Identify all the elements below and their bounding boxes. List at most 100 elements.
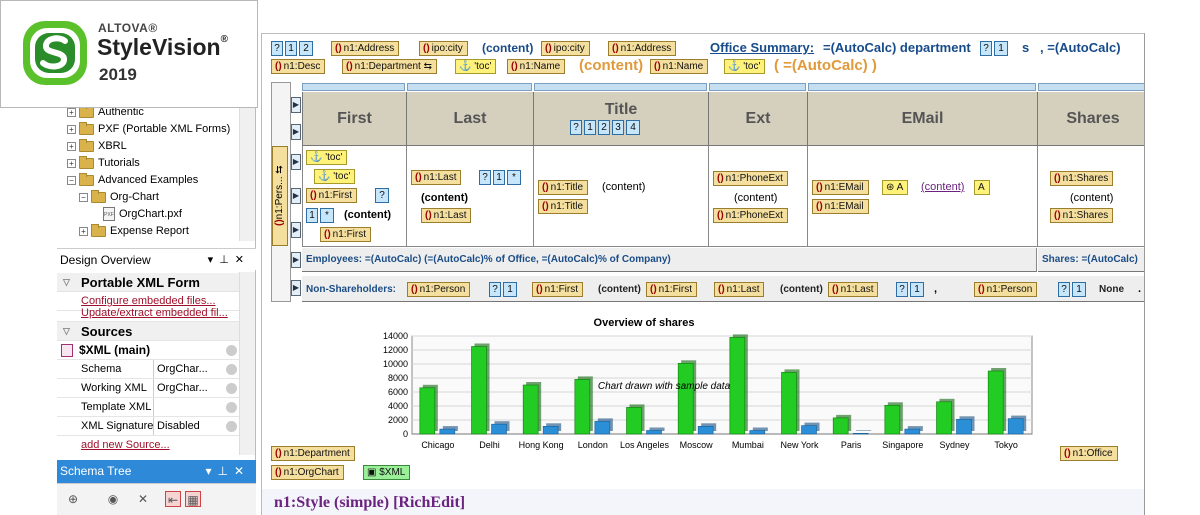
content-placeholder[interactable]: (content): [1070, 191, 1113, 206]
prop-options-icon[interactable]: [226, 402, 237, 413]
expand-icon[interactable]: +: [79, 226, 88, 236]
content-placeholder[interactable]: (content): [602, 180, 645, 195]
add-new-source-link[interactable]: add new Source...: [57, 436, 239, 455]
condition-button[interactable]: ?: [271, 41, 283, 56]
ipo-city-end-tag[interactable]: () ipo:city: [541, 41, 590, 56]
title-condition-button[interactable]: ?: [570, 120, 582, 135]
row-handle[interactable]: ▶: [291, 252, 301, 268]
grid-icon[interactable]: ▦: [185, 491, 201, 507]
header-first[interactable]: First: [302, 92, 407, 146]
header-email[interactable]: EMail: [808, 92, 1038, 146]
dropdown-icon[interactable]: ▾: [205, 464, 217, 478]
expand-icon[interactable]: +: [67, 158, 76, 168]
n1-phoneext-end-tag[interactable]: () n1:PhoneExt: [713, 208, 788, 223]
n1-email-end-tag[interactable]: () n1:EMail: [812, 199, 869, 214]
column-handle[interactable]: [808, 83, 1036, 91]
content-placeholder[interactable]: (content): [482, 41, 533, 56]
expand-icon[interactable]: +: [67, 141, 76, 151]
shares-bar-chart[interactable]: Overview of shares 0 2000 4000 6000 8000 10000…: [372, 314, 1042, 454]
expand-icon[interactable]: +: [67, 124, 76, 134]
add-node-icon[interactable]: ⊕: [65, 491, 81, 507]
header-last[interactable]: Last: [407, 92, 534, 146]
n1-person-row-tag[interactable]: ()n1:Pers... ⇆: [272, 146, 288, 246]
header-ext[interactable]: Ext: [709, 92, 808, 146]
column-handle[interactable]: [1038, 83, 1144, 91]
schema-prop[interactable]: Schema OrgChar...: [57, 360, 239, 379]
n1-first-end-tag[interactable]: () n1:First: [646, 282, 698, 297]
branch-1[interactable]: 1: [1072, 282, 1086, 297]
schema-source-icon[interactable]: ◉: [105, 491, 121, 507]
condition-button[interactable]: ?: [980, 41, 992, 56]
xml-main-source[interactable]: $XML (main): [57, 341, 239, 360]
working-xml-prop[interactable]: Working XML OrgChar...: [57, 379, 239, 398]
header-title[interactable]: Title: [534, 92, 709, 146]
employees-summary-row[interactable]: Employees: =(AutoCalc) (=(AutoCalc)% of …: [302, 248, 1037, 272]
toc-tag[interactable]: ⚓ 'toc': [306, 150, 348, 165]
n1-last-end-tag[interactable]: () n1:Last: [828, 282, 879, 297]
n1-office-end-tag[interactable]: () n1:Office: [1060, 446, 1118, 461]
n1-department-end-tag[interactable]: () n1:Department: [271, 446, 355, 461]
email-link-content[interactable]: (content): [921, 180, 964, 195]
condition-branch-1[interactable]: 1: [994, 41, 1008, 56]
condition-button[interactable]: ?: [896, 282, 908, 297]
n1-phoneext-tag[interactable]: () n1:PhoneExt: [713, 171, 788, 186]
row-handle[interactable]: ▶: [291, 222, 301, 238]
shares-summary-cell[interactable]: Shares: =(AutoCalc): [1038, 248, 1144, 272]
header-shares[interactable]: Shares: [1038, 92, 1144, 146]
collapse-icon[interactable]: −: [67, 175, 76, 185]
row-handle[interactable]: ▶: [291, 154, 301, 170]
toc-bookmark-end-tag[interactable]: ⚓ 'toc': [724, 59, 766, 74]
update-extract-link[interactable]: Update/extract embedded fil...: [57, 306, 239, 322]
content-placeholder[interactable]: (content): [344, 208, 391, 223]
n1-title-tag[interactable]: () n1:Title: [538, 180, 589, 195]
source-options-icon[interactable]: [226, 345, 237, 356]
column-handle[interactable]: [407, 83, 532, 91]
delete-icon[interactable]: ✕: [135, 491, 151, 507]
tree-item-org-chart[interactable]: − Org-Chart: [79, 189, 159, 206]
branch-1[interactable]: 1: [910, 282, 924, 297]
n1-shares-tag[interactable]: () n1:Shares: [1050, 171, 1114, 186]
row-handle[interactable]: ▶: [291, 280, 301, 296]
n1-desc-tag[interactable]: () n1:Desc: [271, 59, 326, 74]
link-tag[interactable]: ⊛ A: [882, 180, 909, 195]
content-placeholder[interactable]: (content): [421, 191, 468, 206]
content-placeholder[interactable]: (content): [579, 58, 643, 73]
row-handle[interactable]: ▶: [291, 188, 301, 204]
xml-signature-prop[interactable]: XML Signature Disabled: [57, 417, 239, 436]
column-handle[interactable]: [534, 83, 707, 91]
n1-first-tag[interactable]: () n1:First: [306, 188, 358, 203]
pin-icon[interactable]: ⊥: [217, 464, 233, 478]
branch-1[interactable]: 1: [306, 208, 318, 223]
n1-address-end-tag[interactable]: () n1:Address: [608, 41, 677, 56]
n1-email-tag[interactable]: () n1:EMail: [812, 180, 869, 195]
template-xml-prop[interactable]: Template XML: [57, 398, 239, 417]
collapse-icon[interactable]: −: [79, 192, 88, 202]
toc-bookmark-tag[interactable]: ⚓ 'toc': [455, 59, 497, 74]
content-placeholder[interactable]: (content): [734, 191, 777, 206]
close-icon[interactable]: ✕: [235, 254, 250, 266]
condition-branch-1[interactable]: 1: [285, 41, 297, 56]
n1-last-end-tag[interactable]: () n1:Last: [421, 208, 472, 223]
column-handle[interactable]: [302, 83, 405, 91]
row-handle[interactable]: ▶: [291, 124, 301, 140]
n1-shares-end-tag[interactable]: () n1:Shares: [1050, 208, 1114, 223]
prop-options-icon[interactable]: [226, 383, 237, 394]
branch-1[interactable]: 1: [493, 170, 505, 185]
tree-scrollbar[interactable]: [239, 104, 255, 241]
column-handle[interactable]: [709, 83, 806, 91]
n1-last-tag[interactable]: () n1:Last: [411, 170, 462, 185]
tree-item-tutorials[interactable]: + Tutorials: [67, 155, 140, 172]
n1-name-end-tag[interactable]: () n1:Name: [650, 59, 709, 74]
branch-star[interactable]: *: [507, 170, 521, 185]
row-handle[interactable]: ▶: [291, 97, 301, 113]
condition-button[interactable]: ?: [489, 282, 501, 297]
xml-root-end-tag[interactable]: ▣ $XML: [363, 465, 411, 480]
title-branch-1[interactable]: 1: [584, 120, 596, 135]
pin-icon[interactable]: ⊥: [219, 254, 235, 266]
tree-item-xbrl[interactable]: + XBRL: [67, 138, 127, 155]
title-branch-2[interactable]: 2: [598, 120, 610, 135]
condition-button[interactable]: ?: [375, 188, 389, 203]
n1-last-tag[interactable]: () n1:Last: [714, 282, 765, 297]
content-placeholder[interactable]: (content): [598, 282, 641, 297]
collapse-arrow-icon[interactable]: ▽: [63, 322, 70, 340]
